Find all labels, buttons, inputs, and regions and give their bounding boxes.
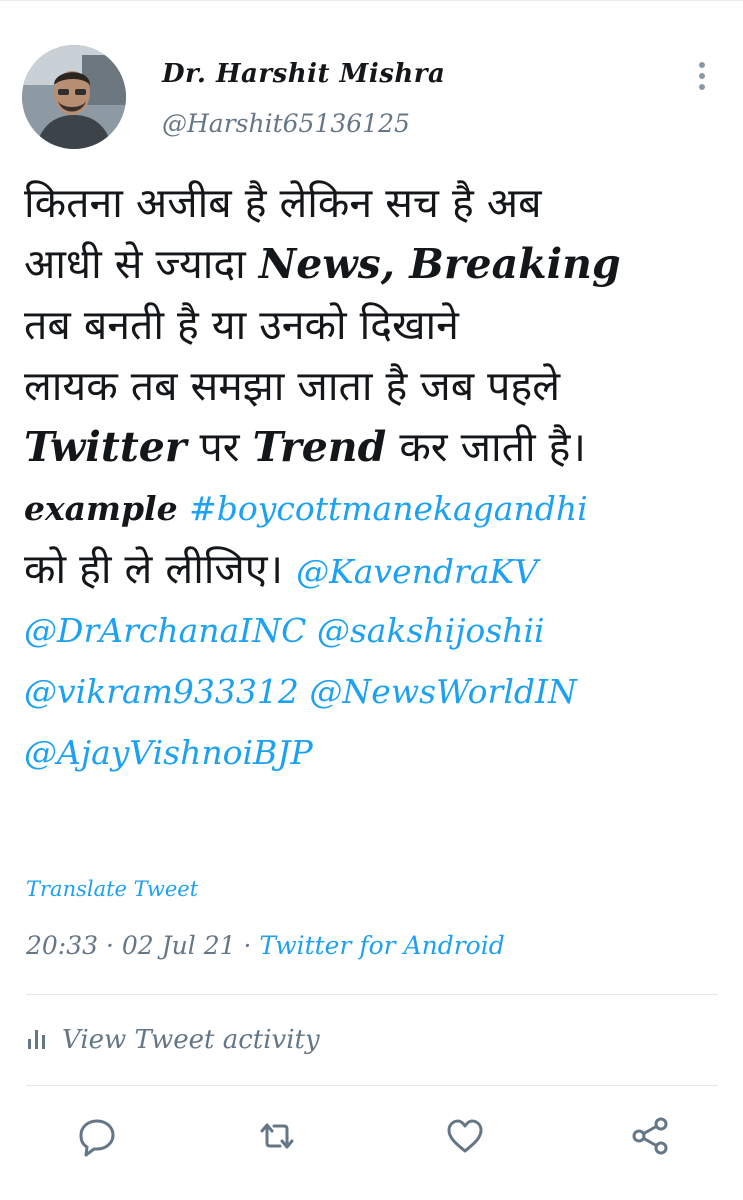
divider <box>26 1085 718 1086</box>
view-tweet-activity-button[interactable]: View Tweet activity <box>26 1025 320 1055</box>
tweet-text-segment: Twitter <box>24 423 187 471</box>
like-icon[interactable] <box>442 1113 488 1159</box>
tweet-line: लायक तब समझा जाता है जब पहले <box>24 356 724 417</box>
tweet-text-segment: पर <box>186 423 253 471</box>
tweet-line: तब बनती है या उनको दिखाने <box>24 295 724 356</box>
tweet-line: आधी से ज्यादा News, Breaking <box>24 234 724 295</box>
tweet-text-segment: लायक तब समझा जाता है जब पहले <box>24 362 561 410</box>
tweet-text-segment: example <box>24 489 190 528</box>
mention-link[interactable]: @vikram933312 <box>24 672 299 711</box>
tweet-line: example #boycottmanekagandhi <box>24 478 724 539</box>
tweet-date[interactable]: 02 Jul 21 <box>122 931 236 960</box>
tweet-text-segment: News, Breaking <box>258 240 621 288</box>
display-name[interactable]: Dr. Harshit Mishra <box>162 59 445 89</box>
mention-link[interactable]: @AjayVishnoiBJP <box>24 733 313 772</box>
tweet-text-segment: कितना अजीब है लेकिन सच है अब <box>24 179 542 227</box>
mention-link[interactable]: @sakshijoshii <box>317 611 545 650</box>
tweet-line: Twitter पर Trend कर जाती है। <box>24 417 724 478</box>
tweet-line: को ही ले लीजिए। @KavendraKV <box>24 539 724 600</box>
avatar[interactable] <box>22 45 126 149</box>
tweet-line: @vikram933312 @NewsWorldIN <box>24 661 724 722</box>
tweet-text-segment: को ही ले लीजिए। <box>24 545 297 593</box>
mention-link[interactable]: @NewsWorldIN <box>309 672 577 711</box>
tweet-text-segment: आधी से ज्यादा <box>24 240 259 288</box>
divider <box>26 994 718 995</box>
retweet-icon[interactable] <box>254 1113 300 1159</box>
mention-link[interactable]: @KavendraKV <box>296 552 538 591</box>
tweet-time[interactable]: 20:33 <box>26 931 98 960</box>
mention-link[interactable]: @DrArchanaINC <box>24 611 306 650</box>
hashtag-link[interactable]: #boycottmanekagandhi <box>189 489 588 528</box>
tweet-meta: 20:33 · 02 Jul 21 · Twitter for Android <box>26 931 505 960</box>
more-vertical-icon[interactable] <box>690 59 714 95</box>
tweet-text-segment: Trend <box>252 423 387 471</box>
share-icon[interactable] <box>628 1113 674 1159</box>
reply-icon[interactable] <box>74 1113 120 1159</box>
tweet-text-segment: तब बनती है या उनको दिखाने <box>24 301 459 349</box>
tweet-line: कितना अजीब है लेकिन सच है अब <box>24 173 724 234</box>
meta-separator: · <box>243 931 260 960</box>
translate-tweet-link[interactable]: Translate Tweet <box>26 877 198 901</box>
tweet-line: @DrArchanaINC @sakshijoshii <box>24 600 724 661</box>
tweet-text-segment: कर जाती है। <box>386 423 586 471</box>
view-tweet-activity-label: View Tweet activity <box>62 1025 320 1055</box>
handle[interactable]: @Harshit65136125 <box>162 109 410 138</box>
meta-separator: · <box>106 931 122 960</box>
tweet-line: @AjayVishnoiBJP <box>24 722 724 783</box>
analytics-icon <box>26 1026 48 1054</box>
tweet-source-link[interactable]: Twitter for Android <box>259 931 504 960</box>
tweet-text: कितना अजीब है लेकिन सच है अब आधी से ज्या… <box>24 173 724 783</box>
tweet-detail: Dr. Harshit Mishra @Harshit65136125 कितन… <box>0 0 743 1200</box>
